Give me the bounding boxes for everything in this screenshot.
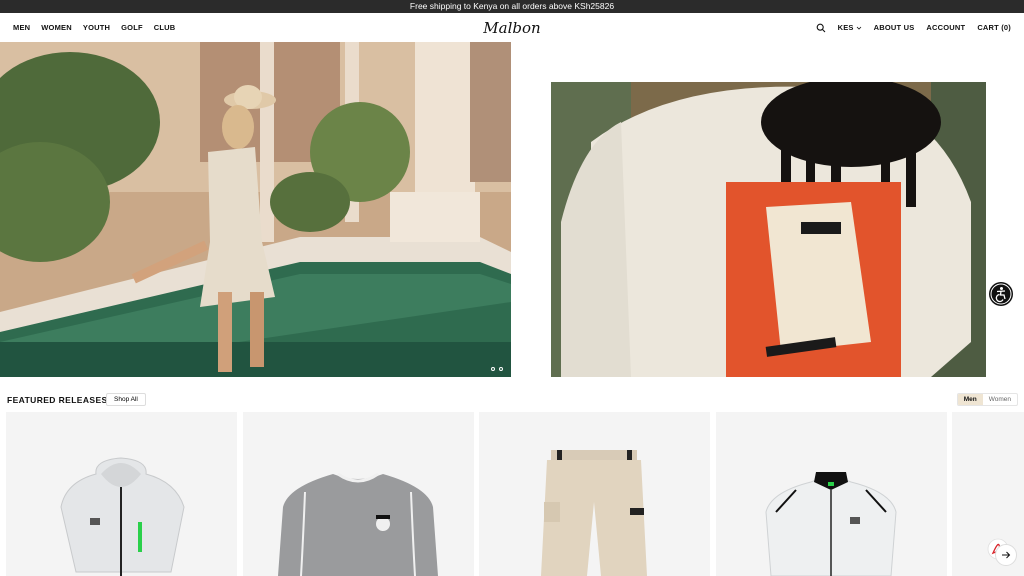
hero-left-illustration [0, 42, 511, 377]
product-image-cargo-pants [541, 450, 647, 576]
site-header: MEN WOMEN YOUTH GOLF CLUB Malbon KES ABO… [0, 13, 1024, 42]
accessibility-button[interactable] [989, 282, 1013, 306]
currency-selector[interactable]: KES [838, 23, 862, 32]
nav-about-us[interactable]: ABOUT US [874, 23, 915, 32]
product-image-track-jacket [765, 472, 897, 576]
nav-cart[interactable]: CART (0) [977, 23, 1011, 32]
announcement-bar: Free shipping to Kenya on all orders abo… [0, 0, 1024, 13]
nav-men[interactable]: MEN [13, 23, 30, 32]
announcement-text: Free shipping to Kenya on all orders abo… [409, 1, 615, 11]
accessibility-icon [990, 283, 1012, 305]
product-image-crewneck-sweater [278, 472, 438, 576]
currency-label: KES [837, 23, 854, 32]
carousel-next-button[interactable] [995, 544, 1017, 566]
toggle-men[interactable]: Men [957, 394, 983, 405]
hero-image-right[interactable] [551, 82, 986, 377]
arrow-right-icon [1002, 551, 1011, 559]
search-icon[interactable] [816, 23, 826, 33]
utility-nav: KES ABOUT US ACCOUNT CART (0) [816, 13, 1011, 42]
hero-image-left[interactable] [0, 42, 511, 377]
product-card-4[interactable] [716, 412, 947, 576]
nav-women[interactable]: WOMEN [41, 23, 72, 32]
hero-right-illustration [551, 82, 986, 377]
main-nav: MEN WOMEN YOUTH GOLF CLUB [13, 13, 175, 42]
product-card-1[interactable] [6, 412, 237, 576]
toggle-women[interactable]: Women [983, 394, 1017, 405]
gender-toggle: Men Women [956, 393, 1018, 406]
nav-golf[interactable]: GOLF [121, 23, 143, 32]
brand-logo[interactable]: Malbon [462, 16, 562, 40]
carousel-dot-2[interactable] [499, 367, 503, 371]
hero-right-panel [511, 42, 1024, 377]
nav-account[interactable]: ACCOUNT [926, 23, 965, 32]
chevron-down-icon [856, 26, 861, 30]
featured-releases-title: FEATURED RELEASES [7, 395, 108, 405]
product-card-3[interactable] [479, 412, 710, 576]
carousel-dot-1[interactable] [491, 367, 495, 371]
product-card-2[interactable] [243, 412, 474, 576]
carousel-dots [491, 367, 503, 371]
nav-club[interactable]: CLUB [154, 23, 176, 32]
product-image-hooded-jacket [60, 457, 185, 576]
shop-all-button[interactable]: Shop All [106, 393, 146, 406]
nav-youth[interactable]: YOUTH [83, 23, 110, 32]
